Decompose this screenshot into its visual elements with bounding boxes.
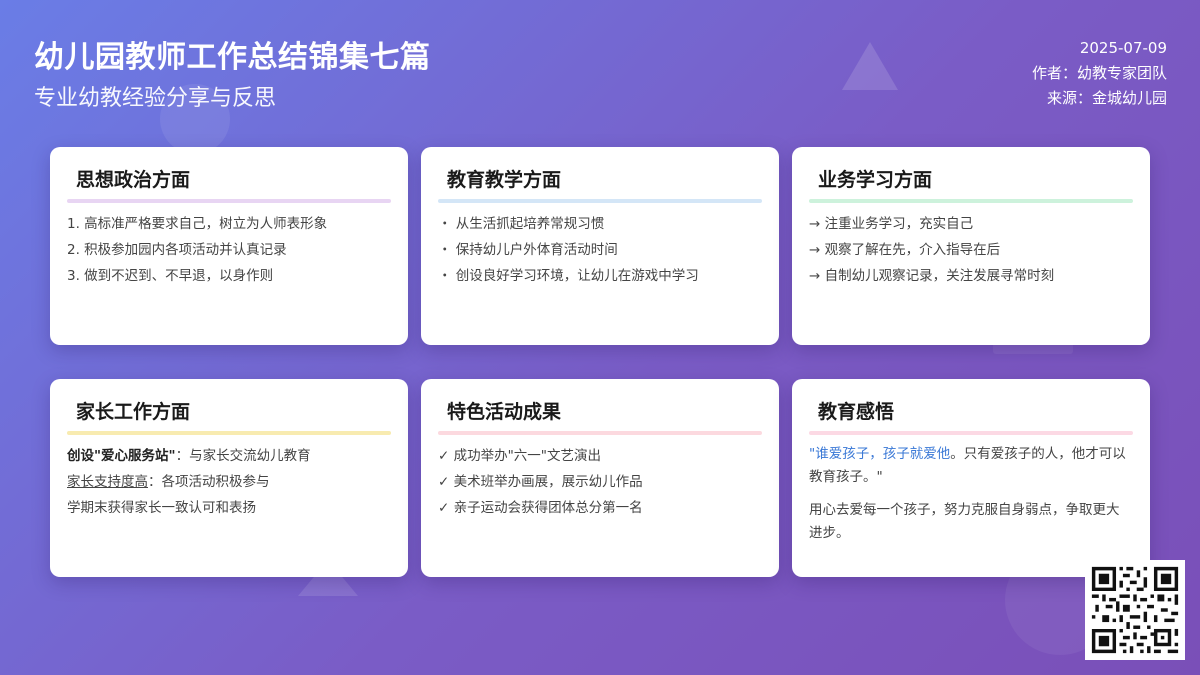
- underlined-text: 家长支持度高: [67, 474, 148, 490]
- meta-author: 作者：幼教专家团队: [1031, 64, 1167, 82]
- card-body: → 注重业务学习，充实自己 → 观察了解在先，介入指导在后 → 自制幼儿观察记录…: [809, 211, 1130, 289]
- card-accent-rule: [809, 431, 1133, 435]
- card-title: 教育教学方面: [447, 169, 562, 191]
- card-accent-rule: [438, 199, 762, 203]
- card-title: 特色活动成果: [447, 401, 562, 423]
- list-item: ✓ 亲子运动会获得团体总分第一名: [438, 500, 643, 516]
- list-item: 2. 积极参加园内各项活动并认真记录: [67, 242, 287, 258]
- list-item: ✓ 成功举办"六一"文艺演出: [438, 448, 602, 464]
- card-professional-study: 业务学习方面 → 注重业务学习，充实自己 → 观察了解在先，介入指导在后 → 自…: [792, 147, 1150, 345]
- meta-info: 2025-07-09 作者：幼教专家团队 来源：金城幼儿园: [1032, 36, 1167, 111]
- card-body: 创设"爱心服务站"：与家长交流幼儿教育 家长支持度高：各项活动积极参与 学期末获…: [67, 443, 388, 521]
- page-subtitle: 专业幼教经验分享与反思: [34, 86, 277, 111]
- quote-highlight: 谁爱孩子，孩子就爱他: [815, 446, 951, 462]
- card-featured-activities: 特色活动成果 ✓ 成功举办"六一"文艺演出 ✓ 美术班举办画展，展示幼儿作品 ✓…: [421, 379, 779, 577]
- qr-code-icon: [1085, 560, 1185, 660]
- list-item: ・ 保持幼儿户外体育活动时间: [438, 242, 618, 258]
- card-accent-rule: [438, 431, 762, 435]
- card-body: ・ 从生活抓起培养常规习惯 ・ 保持幼儿户外体育活动时间 ・ 创设良好学习环境，…: [438, 211, 759, 289]
- meta-date: 2025-07-09: [1079, 39, 1167, 57]
- list-item: 1. 高标准严格要求自己，树立为人师表形象: [67, 216, 328, 232]
- list-item: 家长支持度高：各项活动积极参与: [67, 474, 270, 490]
- card-accent-rule: [809, 199, 1133, 203]
- meta-source: 来源：金城幼儿园: [1046, 89, 1167, 107]
- card-ideology: 思想政治方面 1. 高标准严格要求自己，树立为人师表形象 2. 积极参加园内各项…: [50, 147, 408, 345]
- list-item: → 自制幼儿观察记录，关注发展寻常时刻: [809, 268, 1055, 284]
- list-item: 创设"爱心服务站"：与家长交流幼儿教育: [67, 448, 311, 464]
- card-parent-work: 家长工作方面 创设"爱心服务站"：与家长交流幼儿教育 家长支持度高：各项活动积极…: [50, 379, 408, 577]
- card-accent-rule: [67, 199, 391, 203]
- card-body: ✓ 成功举办"六一"文艺演出 ✓ 美术班举办画展，展示幼儿作品 ✓ 亲子运动会获…: [438, 443, 759, 521]
- card-body: "谁爱孩子，孩子就爱他。只有爱孩子的人，他才可以教育孩子。" 用心去爱每一个孩子…: [809, 443, 1130, 555]
- card-title: 教育感悟: [818, 401, 895, 423]
- list-item: → 观察了解在先，介入指导在后: [809, 242, 1001, 258]
- list-item: 3. 做到不迟到、不早退，以身作则: [67, 268, 274, 284]
- card-title: 思想政治方面: [76, 169, 191, 191]
- list-item: 学期末获得家长一致认可和表扬: [67, 500, 256, 516]
- page-title: 幼儿园教师工作总结锦集七篇: [34, 40, 431, 75]
- card-title: 家长工作方面: [76, 401, 191, 423]
- card-reflection: 教育感悟 "谁爱孩子，孩子就爱他。只有爱孩子的人，他才可以教育孩子。" 用心去爱…: [792, 379, 1150, 577]
- list-item: ・ 创设良好学习环境，让幼儿在游戏中学习: [438, 268, 699, 284]
- decorative-triangle: [842, 42, 898, 90]
- list-item: ✓ 美术班举办画展，展示幼儿作品: [438, 474, 643, 490]
- reflection-paragraph: 用心去爱每一个孩子，努力克服自身弱点，争取更大进步。: [809, 502, 1120, 541]
- quote: "谁爱孩子，孩子就爱他。只有爱孩子的人，他才可以教育孩子。": [809, 446, 1126, 485]
- highlight-text: 创设"爱心服务站": [67, 448, 176, 464]
- card-accent-rule: [67, 431, 391, 435]
- list-item: → 注重业务学习，充实自己: [809, 216, 974, 232]
- list-item: ・ 从生活抓起培养常规习惯: [438, 216, 605, 232]
- card-title: 业务学习方面: [818, 169, 933, 191]
- card-teaching: 教育教学方面 ・ 从生活抓起培养常规习惯 ・ 保持幼儿户外体育活动时间 ・ 创设…: [421, 147, 779, 345]
- card-body: 1. 高标准严格要求自己，树立为人师表形象 2. 积极参加园内各项活动并认真记录…: [67, 211, 388, 289]
